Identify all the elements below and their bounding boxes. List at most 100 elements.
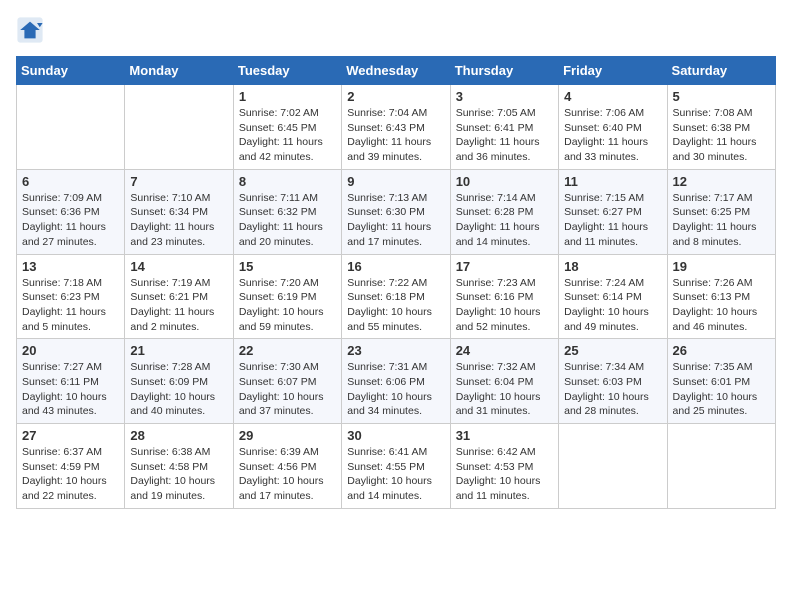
calendar-day-cell: 17 Sunrise: 7:23 AMSunset: 6:16 PMDayligh… xyxy=(450,254,558,339)
calendar-day-cell: 19 Sunrise: 7:26 AMSunset: 6:13 PMDayligh… xyxy=(667,254,775,339)
day-number: 2 xyxy=(347,89,444,104)
day-info: Sunrise: 7:09 AMSunset: 6:36 PMDaylight:… xyxy=(22,191,119,250)
calendar-day-cell: 10Sunrise: 7:14 AMSunset: 6:28 PMDayligh… xyxy=(450,169,558,254)
day-number: 7 xyxy=(130,174,227,189)
calendar-header-row: SundayMondayTuesdayWednesdayThursdayFrid… xyxy=(17,57,776,85)
calendar-day-cell: 28 Sunrise: 6:38 AMSunset: 4:58 PMDayligh… xyxy=(125,424,233,509)
day-number: 20 xyxy=(22,343,119,358)
day-number: 27 xyxy=(22,428,119,443)
day-of-week-header: Friday xyxy=(559,57,667,85)
day-info: Sunrise: 7:15 AMSunset: 6:27 PMDaylight:… xyxy=(564,191,661,250)
calendar-table: SundayMondayTuesdayWednesdayThursdayFrid… xyxy=(16,56,776,509)
calendar-day-cell: 23 Sunrise: 7:31 AMSunset: 6:06 PMDayligh… xyxy=(342,339,450,424)
calendar-week-row: 13 Sunrise: 7:18 AMSunset: 6:23 PMDayligh… xyxy=(17,254,776,339)
day-of-week-header: Saturday xyxy=(667,57,775,85)
day-info: Sunrise: 7:17 AMSunset: 6:25 PMDaylight:… xyxy=(673,191,770,250)
calendar-body: 1 Sunrise: 7:02 AMSunset: 6:45 PMDaylight… xyxy=(17,85,776,509)
day-number: 25 xyxy=(564,343,661,358)
day-info: Sunrise: 7:18 AMSunset: 6:23 PMDaylight:… xyxy=(22,276,119,335)
day-of-week-header: Tuesday xyxy=(233,57,341,85)
calendar-day-cell: 13 Sunrise: 7:18 AMSunset: 6:23 PMDayligh… xyxy=(17,254,125,339)
calendar-day-cell: 3 Sunrise: 7:05 AMSunset: 6:41 PMDaylight… xyxy=(450,85,558,170)
day-info: Sunrise: 7:10 AMSunset: 6:34 PMDaylight:… xyxy=(130,191,227,250)
day-number: 24 xyxy=(456,343,553,358)
day-number: 29 xyxy=(239,428,336,443)
page-header xyxy=(16,16,776,44)
calendar-day-cell: 21 Sunrise: 7:28 AMSunset: 6:09 PMDayligh… xyxy=(125,339,233,424)
calendar-week-row: 20Sunrise: 7:27 AMSunset: 6:11 PMDayligh… xyxy=(17,339,776,424)
calendar-day-cell: 8Sunrise: 7:11 AMSunset: 6:32 PMDaylight… xyxy=(233,169,341,254)
day-number: 23 xyxy=(347,343,444,358)
calendar-day-cell: 16 Sunrise: 7:22 AMSunset: 6:18 PMDayligh… xyxy=(342,254,450,339)
day-info: Sunrise: 7:22 AMSunset: 6:18 PMDaylight:… xyxy=(347,276,444,335)
day-info: Sunrise: 7:05 AMSunset: 6:41 PMDaylight:… xyxy=(456,106,553,165)
calendar-day-cell: 26 Sunrise: 7:35 AMSunset: 6:01 PMDayligh… xyxy=(667,339,775,424)
logo-icon xyxy=(16,16,44,44)
day-info: Sunrise: 7:11 AMSunset: 6:32 PMDaylight:… xyxy=(239,191,336,250)
day-number: 30 xyxy=(347,428,444,443)
day-number: 18 xyxy=(564,259,661,274)
day-number: 28 xyxy=(130,428,227,443)
day-info: Sunrise: 7:32 AMSunset: 6:04 PMDaylight:… xyxy=(456,360,553,419)
day-info: Sunrise: 7:06 AMSunset: 6:40 PMDaylight:… xyxy=(564,106,661,165)
day-number: 12 xyxy=(673,174,770,189)
day-info: Sunrise: 7:24 AMSunset: 6:14 PMDaylight:… xyxy=(564,276,661,335)
day-info: Sunrise: 7:28 AMSunset: 6:09 PMDaylight:… xyxy=(130,360,227,419)
calendar-day-cell: 15Sunrise: 7:20 AMSunset: 6:19 PMDayligh… xyxy=(233,254,341,339)
day-info: Sunrise: 6:42 AMSunset: 4:53 PMDaylight:… xyxy=(456,445,553,504)
day-number: 31 xyxy=(456,428,553,443)
calendar-week-row: 27 Sunrise: 6:37 AMSunset: 4:59 PMDayligh… xyxy=(17,424,776,509)
day-number: 6 xyxy=(22,174,119,189)
day-info: Sunrise: 7:14 AMSunset: 6:28 PMDaylight:… xyxy=(456,191,553,250)
day-number: 26 xyxy=(673,343,770,358)
day-info: Sunrise: 6:39 AMSunset: 4:56 PMDaylight:… xyxy=(239,445,336,504)
calendar-day-cell xyxy=(125,85,233,170)
calendar-day-cell: 14 Sunrise: 7:19 AMSunset: 6:21 PMDayligh… xyxy=(125,254,233,339)
calendar-day-cell: 24 Sunrise: 7:32 AMSunset: 6:04 PMDayligh… xyxy=(450,339,558,424)
calendar-day-cell: 18 Sunrise: 7:24 AMSunset: 6:14 PMDayligh… xyxy=(559,254,667,339)
calendar-day-cell: 9 Sunrise: 7:13 AMSunset: 6:30 PMDaylight… xyxy=(342,169,450,254)
calendar-day-cell: 27 Sunrise: 6:37 AMSunset: 4:59 PMDayligh… xyxy=(17,424,125,509)
day-number: 11 xyxy=(564,174,661,189)
calendar-week-row: 1 Sunrise: 7:02 AMSunset: 6:45 PMDaylight… xyxy=(17,85,776,170)
day-number: 5 xyxy=(673,89,770,104)
day-info: Sunrise: 7:13 AMSunset: 6:30 PMDaylight:… xyxy=(347,191,444,250)
day-info: Sunrise: 7:30 AMSunset: 6:07 PMDaylight:… xyxy=(239,360,336,419)
day-info: Sunrise: 7:26 AMSunset: 6:13 PMDaylight:… xyxy=(673,276,770,335)
day-info: Sunrise: 7:23 AMSunset: 6:16 PMDaylight:… xyxy=(456,276,553,335)
calendar-day-cell xyxy=(667,424,775,509)
calendar-day-cell: 2 Sunrise: 7:04 AMSunset: 6:43 PMDaylight… xyxy=(342,85,450,170)
day-number: 15 xyxy=(239,259,336,274)
day-number: 13 xyxy=(22,259,119,274)
calendar-day-cell: 4Sunrise: 7:06 AMSunset: 6:40 PMDaylight… xyxy=(559,85,667,170)
day-info: Sunrise: 7:35 AMSunset: 6:01 PMDaylight:… xyxy=(673,360,770,419)
day-number: 22 xyxy=(239,343,336,358)
calendar-day-cell: 22 Sunrise: 7:30 AMSunset: 6:07 PMDayligh… xyxy=(233,339,341,424)
calendar-day-cell: 6 Sunrise: 7:09 AMSunset: 6:36 PMDaylight… xyxy=(17,169,125,254)
day-number: 16 xyxy=(347,259,444,274)
day-of-week-header: Wednesday xyxy=(342,57,450,85)
day-number: 9 xyxy=(347,174,444,189)
day-info: Sunrise: 7:19 AMSunset: 6:21 PMDaylight:… xyxy=(130,276,227,335)
calendar-day-cell: 11 Sunrise: 7:15 AMSunset: 6:27 PMDayligh… xyxy=(559,169,667,254)
day-info: Sunrise: 7:31 AMSunset: 6:06 PMDaylight:… xyxy=(347,360,444,419)
day-info: Sunrise: 6:38 AMSunset: 4:58 PMDaylight:… xyxy=(130,445,227,504)
day-of-week-header: Sunday xyxy=(17,57,125,85)
day-number: 14 xyxy=(130,259,227,274)
calendar-day-cell: 30 Sunrise: 6:41 AMSunset: 4:55 PMDayligh… xyxy=(342,424,450,509)
calendar-day-cell xyxy=(17,85,125,170)
day-info: Sunrise: 7:34 AMSunset: 6:03 PMDaylight:… xyxy=(564,360,661,419)
day-number: 3 xyxy=(456,89,553,104)
day-info: Sunrise: 7:02 AMSunset: 6:45 PMDaylight:… xyxy=(239,106,336,165)
calendar-day-cell: 29 Sunrise: 6:39 AMSunset: 4:56 PMDayligh… xyxy=(233,424,341,509)
day-info: Sunrise: 7:04 AMSunset: 6:43 PMDaylight:… xyxy=(347,106,444,165)
day-number: 17 xyxy=(456,259,553,274)
day-info: Sunrise: 6:37 AMSunset: 4:59 PMDaylight:… xyxy=(22,445,119,504)
day-info: Sunrise: 6:41 AMSunset: 4:55 PMDaylight:… xyxy=(347,445,444,504)
calendar-day-cell: 12 Sunrise: 7:17 AMSunset: 6:25 PMDayligh… xyxy=(667,169,775,254)
day-number: 1 xyxy=(239,89,336,104)
day-of-week-header: Thursday xyxy=(450,57,558,85)
calendar-day-cell: 25 Sunrise: 7:34 AMSunset: 6:03 PMDayligh… xyxy=(559,339,667,424)
day-number: 21 xyxy=(130,343,227,358)
day-number: 19 xyxy=(673,259,770,274)
